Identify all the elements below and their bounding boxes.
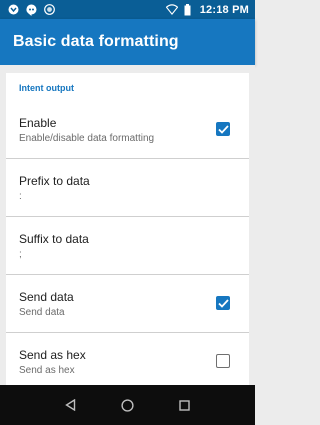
pref-send-data[interactable]: Send data Send data (6, 275, 249, 333)
check-icon (217, 298, 229, 308)
page-title: Basic data formatting (13, 33, 179, 50)
pref-prefix-to-data[interactable]: Prefix to data : (6, 159, 249, 217)
preferences-screen[interactable]: Intent output Enable Enable/disable data… (0, 65, 255, 385)
pref-title: Send as hex (19, 348, 86, 362)
section-header-intent-output: Intent output (19, 83, 74, 93)
status-time: 12:18 PM (199, 3, 249, 16)
pref-summary: ; (19, 249, 22, 260)
pref-title: Send data (19, 290, 74, 304)
pref-title: Suffix to data (19, 232, 89, 246)
hangouts-icon (25, 4, 37, 16)
home-icon[interactable] (119, 396, 137, 414)
check-icon (217, 124, 229, 134)
recents-icon[interactable] (176, 396, 194, 414)
pref-title: Prefix to data (19, 174, 90, 188)
send-data-checkbox[interactable] (216, 296, 230, 310)
back-icon[interactable] (62, 396, 80, 414)
battery-icon (182, 3, 194, 16)
wifi-icon (165, 4, 178, 16)
enable-checkbox[interactable] (216, 122, 230, 136)
status-notifications (7, 4, 55, 16)
pref-summary: Send as hex (19, 365, 75, 376)
pref-title: Enable (19, 116, 57, 130)
status-system: 12:18 PM (165, 3, 249, 16)
pref-enable[interactable]: Enable Enable/disable data formatting (6, 101, 249, 159)
sync-icon (43, 4, 55, 16)
status-bar: 12:18 PM (0, 0, 255, 19)
pref-summary: Send data (19, 307, 65, 318)
preferences-card: Intent output Enable Enable/disable data… (6, 73, 249, 385)
pref-summary: : (19, 191, 22, 202)
app-bar: Basic data formatting (0, 19, 255, 65)
pref-summary: Enable/disable data formatting (19, 133, 155, 144)
pref-send-as-hex[interactable]: Send as hex Send as hex (6, 333, 249, 385)
navigation-bar (0, 385, 255, 425)
send-as-hex-checkbox[interactable] (216, 354, 230, 368)
notification-icon (7, 4, 19, 16)
pref-suffix-to-data[interactable]: Suffix to data ; (6, 217, 249, 275)
